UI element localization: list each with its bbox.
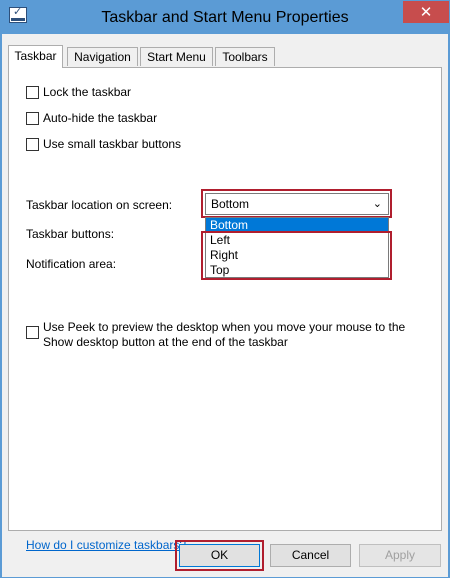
tab-taskbar[interactable]: Taskbar: [8, 45, 63, 68]
lock-taskbar-checkbox[interactable]: [26, 85, 39, 99]
taskbar-tab-panel: Lock the taskbar Auto-hide the taskbar U…: [8, 67, 442, 552]
cancel-button[interactable]: Cancel: [270, 544, 351, 567]
ok-button-highlight: [175, 540, 264, 571]
auto-hide-checkbox[interactable]: [26, 111, 39, 125]
location-options-highlight: [201, 231, 392, 280]
peek-checkbox[interactable]: [26, 326, 39, 339]
taskbar-buttons-label: Taskbar buttons:: [26, 227, 115, 241]
lock-taskbar-label: Lock the taskbar: [43, 85, 132, 99]
taskbar-location-label: Taskbar location on screen:: [26, 198, 173, 212]
auto-hide-option[interactable]: Auto-hide the taskbar: [26, 110, 157, 126]
tab-navigation[interactable]: Navigation: [67, 47, 138, 66]
small-buttons-option[interactable]: Use small taskbar buttons: [26, 136, 181, 152]
small-buttons-label: Use small taskbar buttons: [43, 137, 182, 151]
location-select-highlight: [201, 189, 392, 218]
help-link[interactable]: How do I customize taskbars?: [26, 538, 186, 552]
dialog-client-area: Taskbar Navigation Start Menu Toolbars L…: [2, 34, 448, 577]
close-button[interactable]: ✕: [403, 1, 449, 23]
tab-start-menu[interactable]: Start Menu: [140, 47, 213, 66]
title-bar[interactable]: Taskbar and Start Menu Properties ✕: [1, 1, 449, 34]
apply-button[interactable]: Apply: [359, 544, 441, 567]
auto-hide-label: Auto-hide the taskbar: [43, 111, 158, 125]
tab-toolbars[interactable]: Toolbars: [215, 47, 275, 66]
properties-window: Taskbar and Start Menu Properties ✕ Task…: [0, 0, 450, 578]
window-title: Taskbar and Start Menu Properties: [101, 9, 349, 26]
peek-label: Use Peek to preview the desktop when you…: [43, 320, 406, 349]
small-buttons-checkbox[interactable]: [26, 137, 39, 151]
notification-area-label: Notification area:: [26, 257, 117, 271]
lock-taskbar-option[interactable]: Lock the taskbar: [26, 84, 131, 100]
